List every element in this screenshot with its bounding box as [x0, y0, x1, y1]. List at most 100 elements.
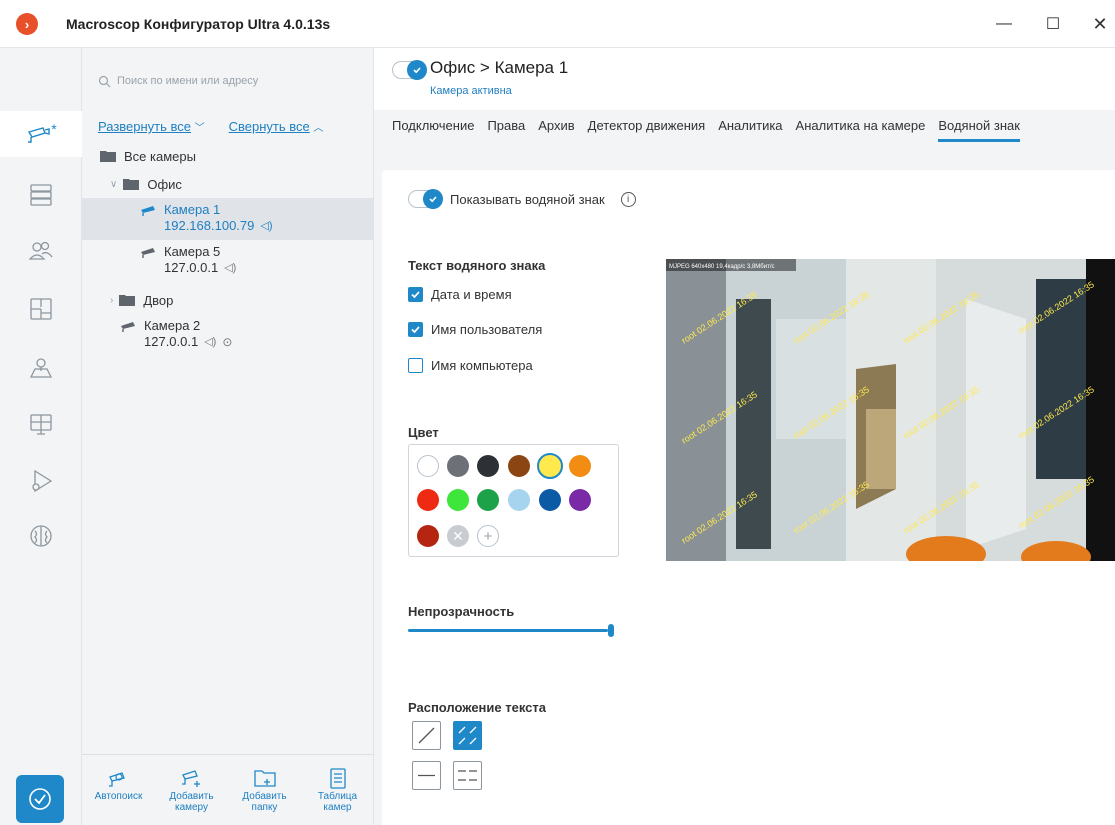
add-folder-label-2: папку	[251, 802, 278, 813]
collapse-all-label: Свернуть все	[228, 119, 310, 134]
color-swatch-light-blue[interactable]	[508, 489, 530, 511]
option-datetime[interactable]: Дата и время	[408, 287, 512, 302]
tree-root[interactable]: Все камеры	[82, 142, 374, 170]
rail-item-cameras[interactable]: *	[0, 111, 82, 157]
position-tiled-horizontal-button[interactable]	[453, 761, 482, 790]
camera-tree-panel: Поиск по имени или адресу Развернуть все…	[82, 48, 374, 825]
tab-camera-analytics[interactable]: Аналитика на камере	[796, 118, 926, 142]
tiled-diagonal-icon	[458, 726, 477, 745]
ptz-icon: ⊙	[222, 334, 233, 349]
folder-label: Двор	[143, 292, 174, 308]
add-camera-label: Добавить	[169, 791, 214, 802]
tab-connection[interactable]: Подключение	[392, 118, 474, 142]
search-placeholder: Поиск по имени или адресу	[117, 75, 259, 87]
text-position-title: Расположение текста	[408, 700, 547, 715]
rail-item-scenarios[interactable]	[0, 458, 82, 504]
folder-icon	[119, 294, 136, 306]
title-bar: › Macroscop Конфигуратор Ultra 4.0.13s —…	[0, 0, 1115, 48]
color-swatch-purple[interactable]	[569, 489, 591, 511]
expand-all-link[interactable]: Развернуть все ﹀	[98, 119, 205, 134]
color-swatch-dark-red[interactable]	[417, 525, 439, 547]
option-username[interactable]: Имя пользователя	[408, 322, 542, 337]
username-label: Имя пользователя	[431, 322, 543, 337]
expand-all-label: Развернуть все	[98, 119, 192, 134]
color-swatch-yellow-selected[interactable]	[537, 453, 563, 479]
opacity-slider-thumb[interactable]	[608, 624, 614, 637]
rail-item-layouts[interactable]	[0, 286, 82, 332]
tab-watermark[interactable]: Водяной знак	[938, 118, 1020, 142]
username-checkbox[interactable]	[408, 322, 423, 337]
color-swatch-green[interactable]	[477, 489, 499, 511]
checkmark-icon	[413, 67, 421, 74]
color-swatch-brown[interactable]	[508, 455, 530, 477]
tree-folder-yard[interactable]: › Двор	[82, 286, 374, 314]
position-single-diagonal-button[interactable]	[412, 721, 441, 750]
tab-motion-detector[interactable]: Детектор движения	[588, 118, 706, 142]
monitor-icon	[30, 414, 52, 435]
watermark-text-title: Текст водяного знака	[408, 258, 546, 273]
camera-name: Камера 2	[144, 318, 201, 333]
camera-ip: 127.0.0.1	[164, 260, 219, 275]
color-swatch-light-green[interactable]	[447, 489, 469, 511]
add-folder-button[interactable]: Добавить папку	[233, 767, 297, 813]
camera-active-toggle[interactable]	[392, 60, 427, 80]
option-computer-name[interactable]: Имя компьютера	[408, 358, 533, 373]
settings-tabs: Подключение Права Архив Детектор движени…	[392, 118, 1033, 142]
camera-icon	[141, 247, 155, 258]
expand-collapse-row: Развернуть все ﹀ Свернуть все ︿	[98, 119, 323, 134]
camera-icon	[28, 127, 50, 143]
opacity-title: Непрозрачность	[408, 604, 515, 619]
computer-name-checkbox[interactable]	[408, 358, 423, 373]
color-swatch-white[interactable]	[417, 455, 439, 477]
rail-item-analytics[interactable]	[0, 513, 82, 559]
close-button[interactable]: ✕	[1085, 10, 1115, 38]
color-swatch-red[interactable]	[417, 489, 439, 511]
rail-item-monitors[interactable]	[0, 401, 82, 447]
tab-analytics[interactable]: Аналитика	[718, 118, 782, 142]
minimize-button[interactable]: —	[989, 10, 1019, 38]
tab-archive[interactable]: Архив	[538, 118, 574, 142]
maximize-button[interactable]: ☐	[1038, 10, 1068, 38]
camera-ip: 127.0.0.1	[144, 334, 199, 349]
users-icon	[28, 241, 53, 260]
rail-item-users[interactable]	[0, 228, 82, 274]
app-logo: ›	[16, 13, 38, 35]
tree-toolbar: Автопоиск Добавить камеру Добавить папку…	[82, 754, 374, 825]
horizontal-line-icon	[418, 774, 435, 777]
add-folder-label: Добавить	[242, 791, 287, 802]
camera-table-button[interactable]: Таблица камер	[306, 767, 370, 813]
autosearch-button[interactable]: Автопоиск	[87, 767, 151, 802]
rail-item-maps[interactable]	[0, 344, 82, 390]
tree-root-label: Все камеры	[124, 148, 196, 164]
brain-icon	[30, 525, 52, 547]
apply-button[interactable]	[16, 775, 64, 823]
remove-color-icon[interactable]: ✕	[447, 525, 469, 547]
position-single-horizontal-button[interactable]	[412, 761, 441, 790]
info-icon[interactable]: i	[620, 191, 636, 207]
tree-camera-5[interactable]: Камера 5 127.0.0.1 ◁︎)	[82, 240, 374, 282]
search-input[interactable]: Поиск по имени или адресу	[92, 62, 362, 100]
chevron-up-icon: ︿	[313, 123, 324, 134]
color-swatch-gray[interactable]	[447, 455, 469, 477]
tab-rights[interactable]: Права	[487, 118, 525, 142]
tree-folder-office[interactable]: ∨ Офис	[82, 170, 374, 198]
add-color-icon[interactable]: +	[477, 525, 499, 547]
opacity-slider-track[interactable]	[408, 629, 608, 632]
show-watermark-toggle[interactable]	[408, 189, 443, 209]
color-swatch-dark[interactable]	[477, 455, 499, 477]
color-swatch-blue[interactable]	[539, 489, 561, 511]
tree-camera-1[interactable]: Камера 1 192.168.100.79 ◁︎)	[82, 198, 374, 240]
folder-icon	[100, 150, 116, 162]
folder-label: Офис	[147, 176, 182, 192]
position-tiled-diagonal-button[interactable]	[453, 721, 482, 750]
color-swatch-orange[interactable]	[569, 455, 591, 477]
server-icon	[30, 184, 52, 206]
rail-item-servers[interactable]	[0, 172, 82, 218]
map-icon	[29, 358, 53, 378]
speaker-icon: ◁︎)	[260, 220, 273, 232]
tree-camera-2[interactable]: Камера 2 127.0.0.1 ◁︎) ⊙	[82, 314, 374, 356]
color-palette: ✕ +	[408, 444, 619, 557]
datetime-checkbox[interactable]	[408, 287, 423, 302]
add-camera-button[interactable]: Добавить камеру	[160, 767, 224, 813]
collapse-all-link[interactable]: Свернуть все ︿	[229, 119, 324, 134]
